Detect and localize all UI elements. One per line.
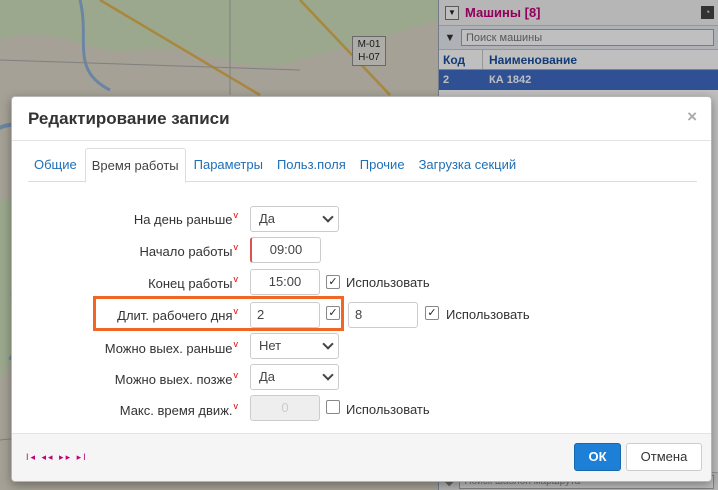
max-drive-time-use-label: Использовать: [346, 402, 430, 417]
work-start-label: Начало работыv: [139, 242, 238, 259]
work-start-input[interactable]: 09:00: [250, 237, 321, 263]
work-end-input[interactable]: 15:00: [250, 269, 320, 295]
workday-length-checkbox[interactable]: ✓: [326, 306, 340, 320]
leave-later-label: Можно выех. позжеv: [114, 370, 238, 387]
tab-other[interactable]: Прочие: [354, 148, 411, 182]
dialog-title: Редактирование записи: [28, 109, 230, 128]
max-drive-time-label: Макс. время движ.v: [119, 401, 238, 418]
day-earlier-label: На день раньшеv: [133, 210, 238, 227]
cancel-button[interactable]: Отмена: [626, 443, 702, 471]
work-end-use-label: Использовать: [346, 275, 430, 290]
workday-length-label: Длит. рабочего дняv: [117, 306, 238, 323]
workday-length-input[interactable]: 2: [250, 302, 320, 328]
close-icon[interactable]: ×: [687, 107, 697, 127]
record-pager-icons[interactable]: I◂ ◂◂ ▸▸ ▸I: [26, 452, 88, 463]
tab-section-loading[interactable]: Загрузка секций: [413, 148, 523, 182]
day-earlier-select[interactable]: Да: [250, 206, 339, 232]
dialog-header: Редактирование записи ×: [12, 97, 711, 141]
workday-length-use-label: Использовать: [446, 307, 530, 322]
max-drive-time-checkbox[interactable]: [326, 400, 340, 414]
work-end-use-checkbox[interactable]: ✓: [326, 275, 340, 289]
chevron-down-icon: [322, 211, 334, 223]
chevron-down-icon: [322, 369, 334, 381]
tab-parameters[interactable]: Параметры: [188, 148, 269, 182]
ok-button[interactable]: ОК: [574, 443, 621, 471]
leave-later-value: Да: [259, 369, 276, 384]
chevron-down-icon: [322, 338, 334, 350]
leave-earlier-select[interactable]: Нет: [250, 333, 339, 359]
tab-general[interactable]: Общие: [28, 148, 83, 182]
dialog-footer: I◂ ◂◂ ▸▸ ▸I ОК Отмена: [12, 433, 711, 481]
leave-later-select[interactable]: Да: [250, 364, 339, 390]
edit-record-dialog: Редактирование записи × Общие Время рабо…: [11, 96, 712, 482]
day-earlier-value: Да: [259, 211, 276, 226]
tab-work-time[interactable]: Время работы: [84, 148, 186, 183]
leave-earlier-label: Можно выех. раньшеv: [104, 339, 238, 356]
work-end-label: Конец работыv: [148, 274, 238, 291]
leave-earlier-value: Нет: [259, 338, 282, 353]
max-drive-time-input[interactable]: 0: [250, 395, 320, 421]
tab-user-fields[interactable]: Польз.поля: [271, 148, 352, 182]
workday-length-max-input[interactable]: 8: [348, 302, 418, 328]
dialog-tabs: Общие Время работы Параметры Польз.поля …: [28, 148, 697, 183]
workday-length-use-checkbox[interactable]: ✓: [425, 306, 439, 320]
